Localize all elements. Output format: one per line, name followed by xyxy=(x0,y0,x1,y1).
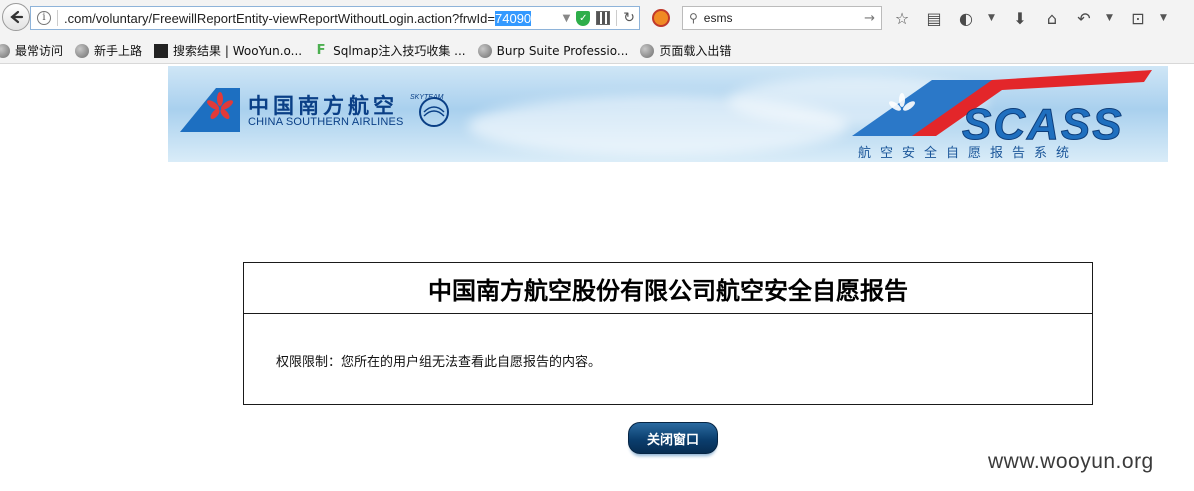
url-selected-text[interactable]: 74090 xyxy=(495,10,532,26)
url-separator xyxy=(57,10,58,26)
bookmark-item[interactable]: 搜索结果 | WooYun.o... xyxy=(154,42,302,59)
addon-block-icon[interactable] xyxy=(652,9,670,27)
permission-message: 权限限制：您所在的用户组无法查看此自愿报告的内容。 xyxy=(276,355,602,370)
bookmark-label: 搜索结果 | WooYun.o... xyxy=(173,44,303,58)
reload-icon[interactable]: ↻ xyxy=(616,10,635,26)
report-title: 中国南方航空股份有限公司航空安全自愿报告 xyxy=(244,263,1092,314)
globe-icon xyxy=(0,43,10,58)
reading-list-icon[interactable]: ▤ xyxy=(924,8,944,28)
crop-dropdown-icon[interactable]: ▼ xyxy=(1160,13,1170,23)
palette-dropdown-icon[interactable]: ▼ xyxy=(988,13,998,23)
bookmark-label: 新手上路 xyxy=(94,44,143,58)
palette-icon[interactable]: ◐ xyxy=(956,8,976,28)
skyteam-text: SKYTEAM xyxy=(410,94,444,101)
bookmark-item[interactable]: 最常访问 xyxy=(0,42,63,59)
system-name: 航空安全自愿报告系统 xyxy=(858,146,1079,161)
airline-name-en: CHINA SOUTHERN AIRLINES xyxy=(248,116,404,128)
site-info-icon[interactable]: i xyxy=(37,11,51,25)
url-bar[interactable]: i .com/voluntary/FreewillReportEntity-vi… xyxy=(30,6,640,30)
search-bar[interactable]: ⚲ → xyxy=(682,6,882,30)
bookmark-label: Burp Suite Professio... xyxy=(496,43,629,58)
scass-logo: SCASS 航空安全自愿报告系统 xyxy=(852,70,1162,161)
site-banner: 中国南方航空 CHINA SOUTHERN AIRLINES SKYTEAM S… xyxy=(168,66,1168,162)
bookmark-item[interactable]: F Sqlmap注入技巧收集 ... xyxy=(314,42,466,59)
search-input[interactable] xyxy=(703,11,854,25)
globe-icon xyxy=(75,43,90,58)
browser-window: i .com/voluntary/FreewillReportEntity-vi… xyxy=(0,0,1194,491)
toolbar-icons: ☆ ▤ ◐ ▼ ⬇ ⌂ ↶ ▼ ⊡ ▼ xyxy=(892,8,1170,28)
bookmark-label: 最常访问 xyxy=(15,44,64,58)
url-text[interactable]: .com/voluntary/FreewillReportEntity-view… xyxy=(64,11,495,26)
watermark: www.wooyun.org xyxy=(988,450,1154,473)
shield-check-icon[interactable]: ✓ xyxy=(576,10,591,26)
url-bar-actions: ▼ ✓ ↻ xyxy=(563,9,635,27)
undo-icon[interactable]: ↶ xyxy=(1074,8,1094,28)
bookmark-label: 页面载入出错 xyxy=(659,44,732,58)
skyteam-logo-icon: SKYTEAM xyxy=(410,94,449,127)
search-icon: ⚲ xyxy=(689,11,698,25)
close-window-button[interactable]: 关闭窗口 xyxy=(628,422,718,454)
back-arrow-icon xyxy=(10,10,24,24)
bookmark-item[interactable]: Burp Suite Professio... xyxy=(477,43,629,58)
globe-icon xyxy=(477,43,492,58)
kapok-flower-logo-icon xyxy=(180,88,240,132)
search-go-icon[interactable]: → xyxy=(864,11,875,26)
bookmark-star-icon[interactable]: ☆ xyxy=(892,8,912,28)
report-panel: 中国南方航空股份有限公司航空安全自愿报告 权限限制：您所在的用户组无法查看此自愿… xyxy=(243,262,1093,405)
bookmark-label: Sqlmap注入技巧收集 ... xyxy=(333,44,466,58)
crop-icon[interactable]: ⊡ xyxy=(1128,8,1148,28)
home-icon[interactable]: ⌂ xyxy=(1042,8,1062,28)
browser-toolbar: i .com/voluntary/FreewillReportEntity-vi… xyxy=(0,0,1194,38)
bookmark-item[interactable]: 页面载入出错 xyxy=(640,42,731,59)
download-icon[interactable]: ⬇ xyxy=(1010,8,1030,28)
f-icon: F xyxy=(316,42,326,58)
qr-code-icon[interactable] xyxy=(596,11,611,25)
globe-icon xyxy=(640,43,655,58)
url-dropdown-icon[interactable]: ▼ xyxy=(563,13,571,24)
wooyun-icon xyxy=(154,43,169,58)
bookmark-item[interactable]: 新手上路 xyxy=(75,42,142,59)
bookmarks-bar: 最常访问 新手上路 搜索结果 | WooYun.o... F Sqlmap注入技… xyxy=(0,38,1194,64)
undo-dropdown-icon[interactable]: ▼ xyxy=(1106,13,1116,23)
back-button[interactable] xyxy=(2,3,30,31)
